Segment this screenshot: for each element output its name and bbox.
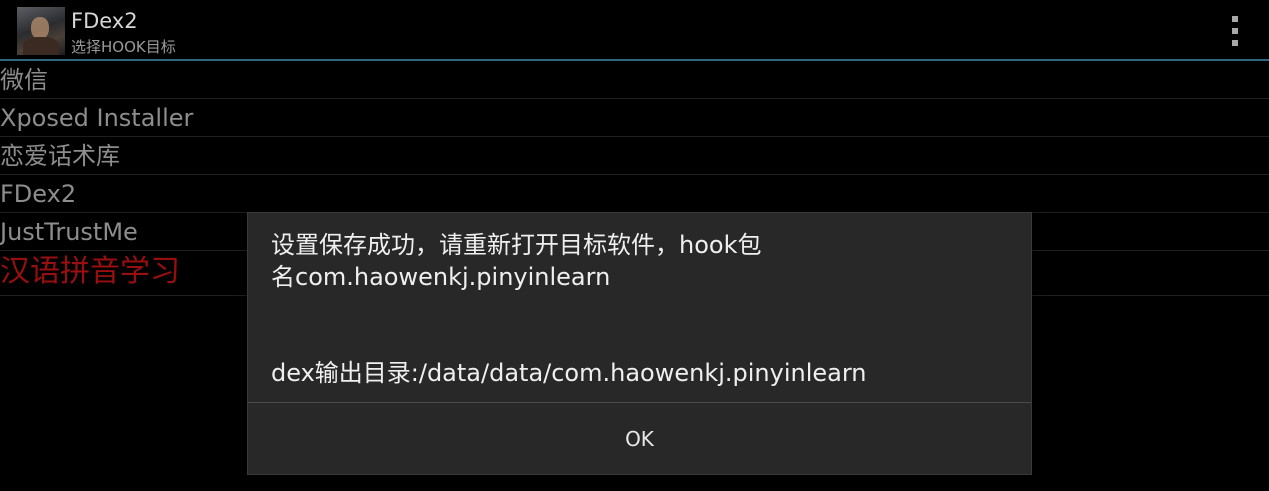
overflow-dot bbox=[1232, 40, 1238, 46]
list-item-label: 汉语拼音学习 bbox=[0, 254, 180, 289]
ok-button[interactable]: OK bbox=[248, 403, 1031, 474]
app-root: FDex2 选择HOOK目标 微信 Xposed Installer 恋爱话术库… bbox=[0, 0, 1269, 491]
overflow-dot bbox=[1232, 16, 1238, 22]
list-item-xposed-installer[interactable]: Xposed Installer bbox=[0, 99, 1269, 137]
overflow-menu-icon[interactable] bbox=[1224, 14, 1248, 48]
list-item-love-talk[interactable]: 恋爱话术库 bbox=[0, 137, 1269, 175]
list-item-wechat[interactable]: 微信 bbox=[0, 61, 1269, 99]
dialog-message-line1: 设置保存成功，请重新打开目标软件，hook包 bbox=[271, 231, 762, 259]
list-item-label: JustTrustMe bbox=[0, 218, 138, 246]
list-item-fdex2[interactable]: FDex2 bbox=[0, 175, 1269, 213]
avatar-body bbox=[23, 37, 59, 55]
list-item-label: 微信 bbox=[0, 66, 48, 94]
dialog-dex-dir: dex输出目录:/data/data/com.haowenkj.pinyinle… bbox=[271, 359, 867, 387]
dialog-message: 设置保存成功，请重新打开目标软件，hook包 名com.haowenkj.pin… bbox=[271, 229, 1011, 387]
app-title: FDex2 bbox=[71, 9, 138, 33]
action-bar: FDex2 选择HOOK目标 bbox=[0, 0, 1269, 61]
list-item-label: FDex2 bbox=[0, 180, 77, 208]
app-avatar-icon[interactable] bbox=[17, 7, 65, 55]
alert-dialog: 设置保存成功，请重新打开目标软件，hook包 名com.haowenkj.pin… bbox=[247, 212, 1032, 475]
dialog-message-line2: 名com.haowenkj.pinyinlearn bbox=[271, 263, 611, 291]
list-item-label: 恋爱话术库 bbox=[0, 142, 120, 170]
overflow-dot bbox=[1232, 28, 1238, 34]
app-subtitle: 选择HOOK目标 bbox=[71, 38, 176, 56]
list-item-label: Xposed Installer bbox=[0, 104, 194, 132]
avatar-face bbox=[31, 17, 49, 39]
